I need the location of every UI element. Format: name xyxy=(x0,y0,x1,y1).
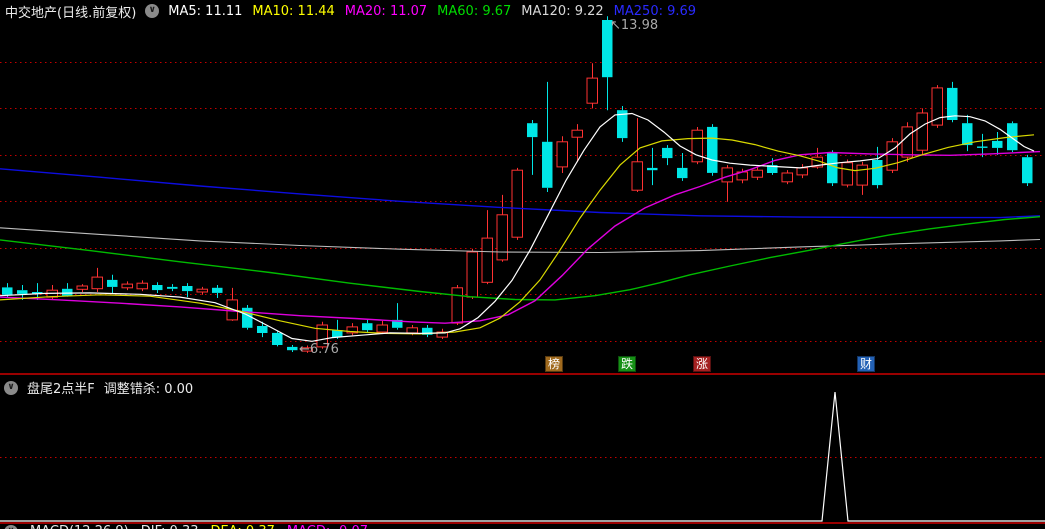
chevron-down-icon[interactable] xyxy=(4,525,18,529)
stock-app-window: { "header": { "title": "中交地产(日线.前复权)", "… xyxy=(0,0,1045,529)
svg-text:←6.76: ←6.76 xyxy=(299,342,339,357)
macd-value: MACD: -0.07 xyxy=(287,524,368,529)
ma-label: MA120: 9.22 xyxy=(521,3,604,19)
indicator-value: 调整错杀: 0.00 xyxy=(103,382,194,397)
dif-value: DIF: 0.33 xyxy=(141,524,199,529)
ma-legend: MA5: 11.11 MA10: 11.44 MA20: 11.07 MA60: 9.… xyxy=(168,4,696,19)
macd-title: MACD(12,26,9) xyxy=(30,524,129,529)
ma-label: MA10: 11.44 xyxy=(252,3,335,19)
ma-label: MA250: 9.69 xyxy=(613,3,697,19)
stock-title: 中交地产(日线.前复权) xyxy=(5,5,137,21)
ma-label: MA5: 11.11 xyxy=(168,3,243,19)
ma-label: MA60: 9.67 xyxy=(437,3,512,19)
marker-badge[interactable]: 跌 xyxy=(618,356,637,372)
indicator-name: 盘尾2点半F xyxy=(27,382,95,397)
marker-badge[interactable]: 财 xyxy=(857,356,876,372)
dea-value: DEA: 0.37 xyxy=(211,524,275,529)
gridlines xyxy=(0,62,1045,458)
marker-badge[interactable]: 涨 xyxy=(693,356,712,372)
signal-spike-line xyxy=(0,391,1045,522)
macd-panel-header-clipped: MACD(12,26,9) DIF: 0.33 DEA: 0.37 MACD: … xyxy=(0,524,1045,529)
indicator-panel-header: 盘尾2点半F 调整错杀: 0.00 xyxy=(4,378,193,397)
chevron-down-icon[interactable] xyxy=(145,4,160,18)
ma-label: MA20: 11.07 xyxy=(344,3,428,19)
candlestick-series xyxy=(2,16,1033,353)
marker-badge[interactable]: 榜 xyxy=(545,356,564,372)
main-chart-header: 中交地产(日线.前复权) MA5: 11.11 MA10: 11.44 MA20: … xyxy=(0,0,1045,22)
chevron-down-icon[interactable] xyxy=(4,380,18,395)
chart-canvas[interactable]: ↖13.98←6.76 xyxy=(0,0,1045,529)
